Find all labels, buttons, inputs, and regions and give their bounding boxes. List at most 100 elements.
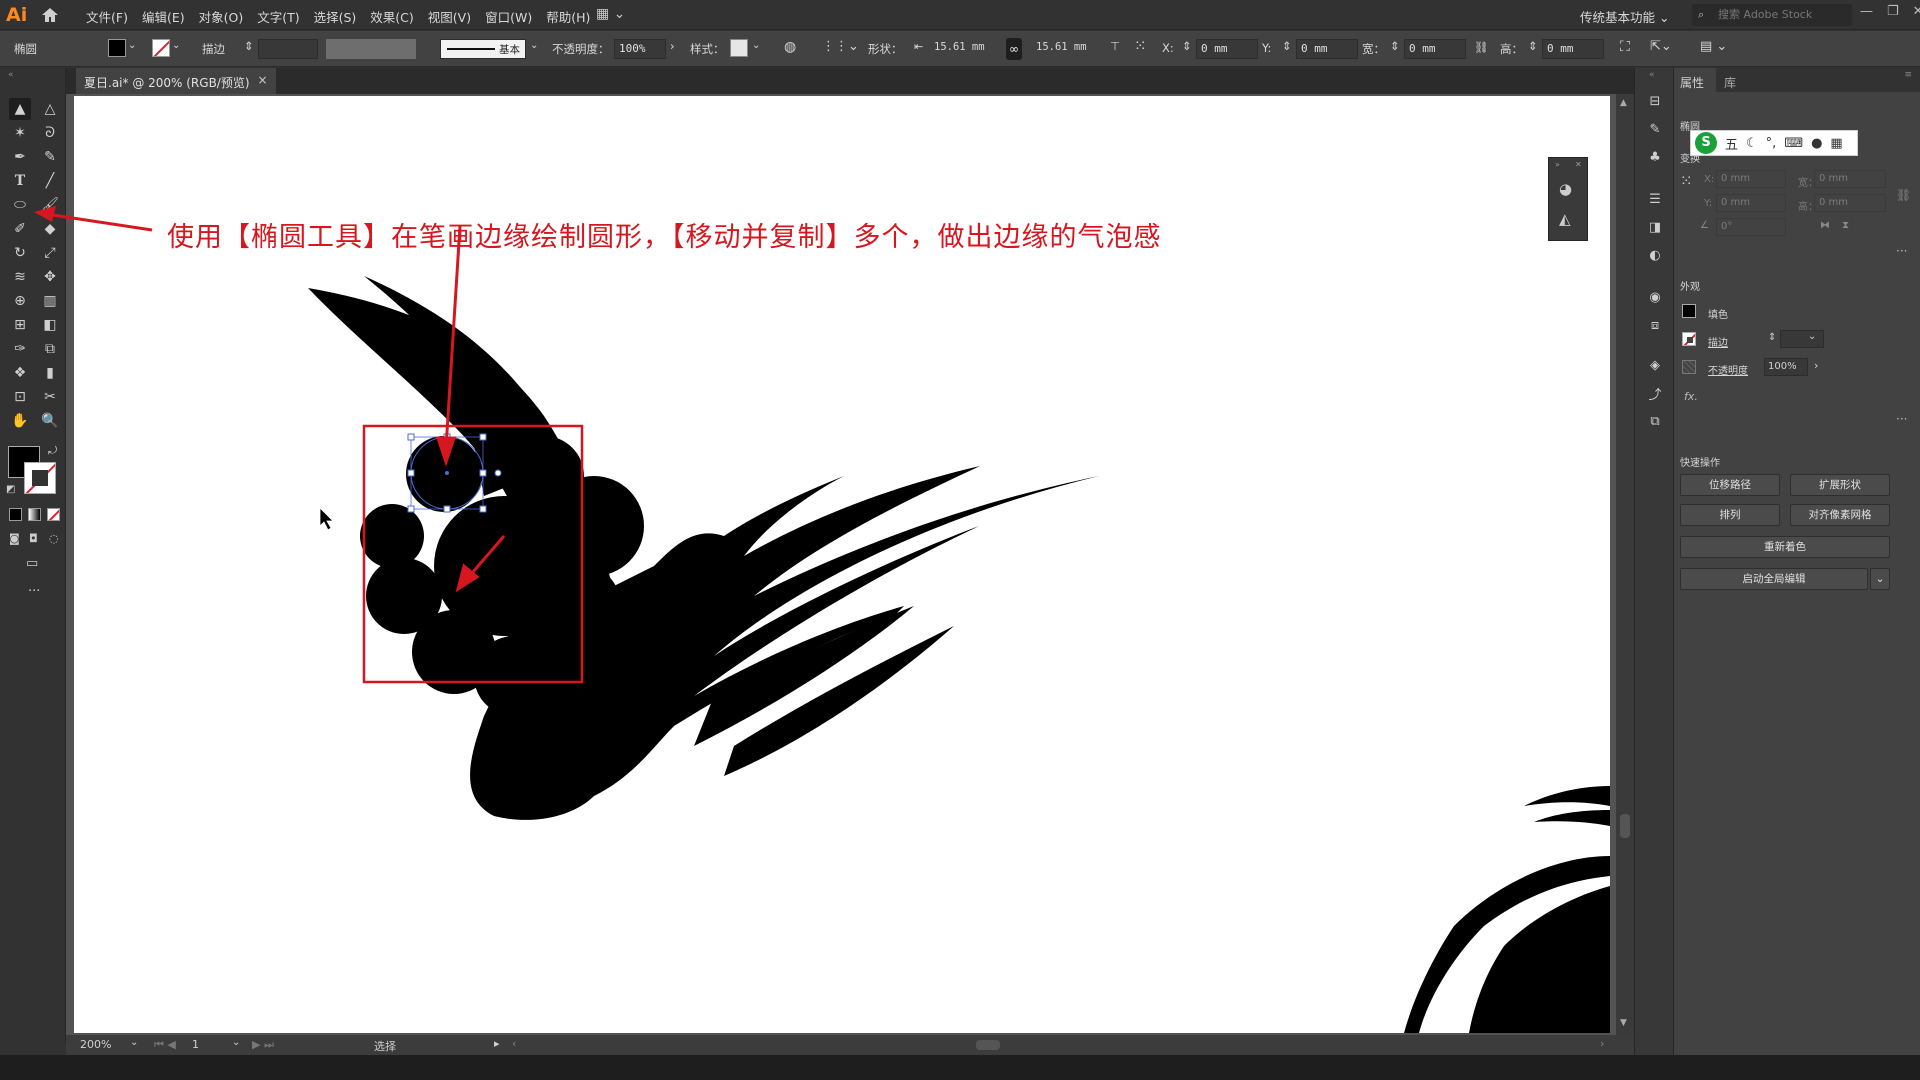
- menu-type[interactable]: 文字(T): [257, 7, 299, 26]
- menu-select[interactable]: 选择(S): [314, 7, 357, 26]
- horizontal-scroll-thumb[interactable]: [976, 1040, 1000, 1050]
- prop-stroke-weight[interactable]: [1780, 330, 1824, 348]
- more-options-icon[interactable]: ···: [1896, 412, 1907, 426]
- chevron-down-icon[interactable]: ⌄: [172, 40, 180, 51]
- artboards-icon[interactable]: ⧉: [1645, 412, 1665, 430]
- magic-wand-tool-icon[interactable]: ✶: [9, 122, 31, 144]
- color-guide-icon[interactable]: ◕: [1559, 180, 1572, 198]
- scroll-thumb[interactable]: [1620, 814, 1630, 838]
- lasso-tool-icon[interactable]: ᘐ: [39, 122, 61, 144]
- stroke-weight-field[interactable]: [258, 39, 318, 59]
- screen-mode-icon[interactable]: ▭: [26, 556, 38, 571]
- tab-libraries[interactable]: 库: [1724, 74, 1736, 91]
- global-edit-dropdown[interactable]: ⌄: [1870, 568, 1890, 590]
- stepper-icon[interactable]: ⇕: [1528, 39, 1538, 53]
- chevron-right-icon[interactable]: ›: [670, 39, 675, 53]
- global-edit-button[interactable]: 启动全局编辑: [1680, 568, 1868, 590]
- puppet-warp-tool-icon[interactable]: ✥: [39, 266, 61, 288]
- menu-file[interactable]: 文件(F): [86, 7, 128, 26]
- expand-icon[interactable]: »: [1555, 160, 1560, 169]
- prop-angle-field[interactable]: 0°: [1716, 218, 1786, 236]
- fx-icon[interactable]: fx.: [1684, 390, 1698, 403]
- gradient-tool-icon[interactable]: ◧: [39, 314, 61, 336]
- x-field[interactable]: 0 mm: [1196, 39, 1258, 59]
- first-page-icon[interactable]: ⏮ ◀: [154, 1038, 176, 1052]
- stroke-color-box[interactable]: [24, 462, 56, 494]
- flip-horizontal-icon[interactable]: ⧓: [1820, 220, 1830, 231]
- draw-inside-icon[interactable]: ◌: [49, 532, 59, 545]
- more-options-icon[interactable]: ···: [1896, 244, 1907, 258]
- recolor-button[interactable]: 重新着色: [1680, 536, 1890, 558]
- ellipse-width-value[interactable]: 15.61 mm: [934, 41, 985, 53]
- scale-tool-icon[interactable]: ⤢: [39, 242, 61, 264]
- prop-x-field[interactable]: 0 mm: [1716, 170, 1786, 188]
- zoom-tool-icon[interactable]: 🔍: [39, 410, 61, 432]
- prop-opacity-label[interactable]: 不透明度: [1708, 362, 1748, 377]
- arrange-icon[interactable]: ▤ ⌄: [1700, 39, 1727, 54]
- pen-tool-icon[interactable]: ✒: [9, 146, 31, 168]
- opacity-field[interactable]: 100%: [614, 39, 666, 59]
- prop-opacity-field[interactable]: 100%: [1764, 358, 1808, 376]
- graphic-style-swatch[interactable]: [730, 39, 748, 57]
- asset-export-icon[interactable]: ⤴: [1645, 384, 1665, 403]
- libraries-icon[interactable]: ⊟: [1645, 92, 1665, 110]
- stepper-icon[interactable]: ⇕: [1182, 39, 1192, 53]
- arrange-documents-icon[interactable]: ▦ ⌄: [596, 6, 625, 22]
- brush-definition[interactable]: 基本: [440, 39, 526, 59]
- menu-window[interactable]: 窗口(W): [485, 7, 532, 26]
- menu-edit[interactable]: 编辑(E): [142, 7, 185, 26]
- chevron-right-icon[interactable]: ›: [1814, 359, 1818, 372]
- prop-y-field[interactable]: 0 mm: [1716, 194, 1786, 212]
- restore-icon[interactable]: ❐: [1887, 4, 1899, 19]
- ime-mode[interactable]: 五: [1725, 134, 1738, 153]
- toolbox-icon[interactable]: ▦: [1830, 136, 1842, 151]
- chevron-down-icon[interactable]: ⌄: [1808, 331, 1816, 342]
- prop-stroke-swatch[interactable]: [1682, 332, 1696, 346]
- chevron-down-icon[interactable]: ⌄: [530, 40, 538, 51]
- stepper-icon[interactable]: ⇕: [1390, 39, 1400, 53]
- close-tab-icon[interactable]: ×: [257, 73, 267, 87]
- color-mode-icon[interactable]: [9, 508, 22, 521]
- scroll-up-icon[interactable]: ▲: [1620, 98, 1627, 108]
- artboard-tool-icon[interactable]: ⊡: [9, 386, 31, 408]
- menu-effect[interactable]: 效果(C): [370, 7, 413, 26]
- stepper-icon[interactable]: ⇕: [1282, 39, 1292, 53]
- arrange-button[interactable]: 排列: [1680, 504, 1780, 526]
- align-icon[interactable]: ⋮⋮⌄: [822, 39, 859, 54]
- chevron-down-icon[interactable]: ⌄: [752, 40, 760, 51]
- flip-vertical-icon[interactable]: ⧗: [1842, 220, 1849, 231]
- constrain-icon[interactable]: ⛓: [1896, 188, 1911, 202]
- h-field[interactable]: 0 mm: [1542, 39, 1604, 59]
- graphic-styles-icon[interactable]: ⧈: [1645, 316, 1665, 334]
- last-page-icon[interactable]: ▶ ⏭: [252, 1038, 274, 1052]
- layers-icon[interactable]: ◈: [1645, 356, 1665, 374]
- constrain-link-icon[interactable]: ⛓: [1474, 40, 1489, 54]
- shaper-tool-icon[interactable]: ✐: [9, 218, 31, 240]
- chevron-down-icon[interactable]: ⌄: [130, 1037, 138, 1048]
- draw-normal-icon[interactable]: ◙: [9, 532, 20, 545]
- rotate-tool-icon[interactable]: ↻: [9, 242, 31, 264]
- ime-logo[interactable]: S: [1695, 132, 1717, 154]
- panel-menu-icon[interactable]: ≡: [1904, 70, 1912, 80]
- offset-path-button[interactable]: 位移路径: [1680, 474, 1780, 496]
- hand-tool-icon[interactable]: ✋: [9, 410, 31, 432]
- reference-point-icon[interactable]: ⁙: [1680, 172, 1693, 190]
- column-graph-tool-icon[interactable]: ▮: [39, 362, 61, 384]
- scroll-right-icon[interactable]: ›: [1600, 1037, 1604, 1050]
- prop-fill-swatch[interactable]: [1682, 304, 1696, 318]
- menu-object[interactable]: 对象(O): [199, 7, 244, 26]
- mesh-tool-icon[interactable]: ⊞: [9, 314, 31, 336]
- stock-search-input[interactable]: ⌕ 搜索 Adobe Stock: [1692, 4, 1852, 26]
- status-menu-icon[interactable]: ▸: [494, 1037, 500, 1050]
- gradient-mode-icon[interactable]: [28, 508, 41, 521]
- brush-stroke-artwork[interactable]: [308, 276, 1610, 1033]
- more-tools-icon[interactable]: ···: [28, 584, 40, 599]
- transparency-icon[interactable]: ◐: [1645, 246, 1665, 264]
- w-field[interactable]: 0 mm: [1404, 39, 1466, 59]
- line-tool-icon[interactable]: ╱: [39, 170, 61, 192]
- symbols-icon[interactable]: ♣: [1645, 148, 1665, 166]
- punctuation-icon[interactable]: °,: [1766, 136, 1777, 151]
- document-tab[interactable]: 夏日.ai* @ 200% (RGB/预览) ×: [76, 68, 276, 94]
- moon-icon[interactable]: ☾: [1746, 136, 1758, 151]
- minimize-icon[interactable]: —: [1860, 4, 1873, 19]
